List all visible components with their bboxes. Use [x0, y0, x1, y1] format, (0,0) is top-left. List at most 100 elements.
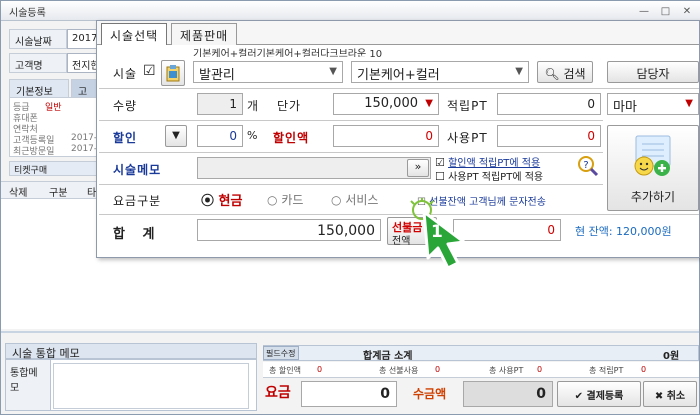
stat-earnpt-value: 0 — [641, 365, 647, 374]
edit-field-button[interactable]: 필드수정 — [263, 346, 299, 360]
price-select[interactable]: 150,000 ▼ — [333, 93, 439, 115]
discount-amount-input[interactable]: 0 — [333, 125, 439, 147]
earn-pt-input[interactable]: 0 — [497, 93, 601, 115]
discount-dropdown-button[interactable]: ▼ — [165, 125, 187, 147]
dropdown-arrow-icon: ▼ — [685, 98, 693, 109]
crumb-1[interactable]: 기본케어+컬러 — [193, 49, 257, 57]
discount-input[interactable]: 0 — [197, 125, 243, 147]
dropdown-arrow-icon: ▼ — [425, 98, 433, 109]
stat-usept-value: 0 — [537, 365, 543, 374]
register-payment-button[interactable]: ✔ 결제등록 — [557, 381, 641, 407]
stats-bar — [263, 362, 699, 378]
chk-discount-row[interactable]: ☑ 할인액 적립PT에 적용 — [435, 154, 540, 169]
staff-button[interactable]: 담당자 — [607, 61, 699, 83]
total-value: 150,000 — [197, 219, 381, 241]
pay-type-label: 요금구분 — [113, 194, 162, 208]
check-usept-checkbox[interactable]: ☐ — [435, 170, 445, 183]
col-type[interactable]: 구분 — [49, 184, 67, 199]
crumb-3[interactable]: 다크브라운 10 — [320, 49, 382, 57]
memo-title: 시술 통합 메모 — [5, 343, 257, 360]
balance-text: 현 잔액: 120,000원 — [575, 225, 672, 238]
tab-service-select[interactable]: 시술선택 — [101, 23, 168, 45]
fee-value: 0 — [301, 381, 397, 407]
memo-expand-button[interactable]: » — [407, 159, 429, 177]
memo-label: 통합메모 — [5, 359, 51, 411]
crumb-2[interactable]: 기본케어+컬러 — [257, 49, 321, 57]
service-picker-button[interactable] — [161, 60, 185, 86]
click-cursor: 1 — [408, 198, 488, 278]
add-note-icon — [634, 135, 671, 176]
dropdown-arrow-icon: ▼ — [172, 130, 180, 141]
visit-date-label: 최근방문일 — [13, 147, 55, 157]
stat-discount-value: 0 — [317, 365, 323, 374]
search-label: 검색 — [563, 67, 586, 81]
radio-cash-label: 현금 — [218, 194, 243, 209]
ticket-section[interactable]: 티켓구매 — [9, 161, 99, 176]
item-select[interactable]: 기본케어+컬러 ▼ — [351, 61, 529, 83]
service-checkbox[interactable]: ☑ — [143, 63, 156, 79]
pay-row — [99, 185, 699, 215]
svg-text:?: ? — [583, 160, 588, 171]
x-icon: ✖ — [654, 391, 664, 402]
category-select[interactable]: 발관리 ▼ — [193, 61, 343, 83]
grade-value: 일반 — [45, 103, 62, 113]
chk-usept-label: 사용PT 적립PT에 적용 — [448, 172, 544, 183]
customer-input[interactable]: 전지현 — [67, 53, 99, 73]
use-pt-input[interactable]: 0 — [497, 125, 601, 147]
sum-title: 합계금 소계 — [363, 351, 413, 362]
tab-other[interactable]: 고 — [71, 79, 99, 98]
qty-label: 수량 — [113, 99, 138, 113]
radio-service[interactable]: ○ 서비스 — [331, 191, 378, 208]
radio-cash[interactable]: ⦿ 현금 — [201, 190, 242, 209]
close-button[interactable]: ✕ — [679, 6, 695, 19]
radio-selected-icon: ⦿ — [201, 194, 215, 209]
memo-input[interactable] — [53, 363, 249, 409]
discount-unit: % — [247, 129, 259, 142]
collect-input[interactable]: 0 — [463, 381, 553, 407]
fee-label: 요금 — [265, 385, 291, 401]
service-memo-label: 시술메모 — [113, 163, 162, 177]
stat-earnpt-label: 총 적립PT — [589, 366, 624, 375]
stat-usept-label: 총 사용PT — [489, 366, 524, 375]
staff-select[interactable]: 마마 ▼ — [607, 93, 699, 115]
maximize-button[interactable]: □ — [658, 6, 674, 19]
radio-empty-icon: ○ — [331, 193, 342, 207]
tab-product-sale[interactable]: 제품판매 — [171, 23, 238, 45]
help-search-icon[interactable]: ? — [577, 155, 599, 180]
earn-pt-label: 적립PT — [447, 99, 488, 113]
date-input[interactable]: 2017- — [67, 29, 99, 49]
search-button[interactable]: 🔍︎ 검색 — [537, 61, 593, 83]
window-titlebar: 시술등록 — □ ✕ — [1, 1, 700, 21]
service-dialog: 시술선택 제품판매 기본케어+컬러기본케어+컬러다크브라운 10 시술 ☑ 발관… — [96, 20, 700, 258]
stat-prepaid-value: 0 — [435, 365, 441, 374]
bottom-divider — [1, 331, 699, 333]
category-value: 발관리 — [199, 68, 235, 83]
search-icon: 🔍︎ — [544, 67, 560, 81]
dropdown-arrow-icon: ▼ — [515, 66, 523, 77]
minimize-button[interactable]: — — [636, 6, 652, 19]
cancel-button[interactable]: ✖ 취소 — [643, 381, 697, 407]
price-value: 150,000 — [364, 96, 418, 111]
clipboard-icon — [166, 65, 180, 82]
qty-input[interactable]: 1 — [197, 93, 243, 115]
stat-prepaid-label: 총 선불사용 — [379, 366, 419, 375]
register-payment-label: 결제등록 — [586, 391, 624, 402]
dropdown-arrow-icon: ▼ — [329, 66, 337, 77]
window-controls: — □ ✕ — [634, 4, 695, 19]
window-title: 시술등록 — [9, 8, 46, 19]
staff-value: 마마 — [613, 100, 637, 115]
chk-usept-row[interactable]: ☐ 사용PT 적립PT에 적용 — [435, 168, 543, 183]
col-other[interactable]: 타 — [87, 184, 96, 199]
radio-empty-icon: ○ — [267, 193, 278, 207]
service-label: 시술 — [113, 67, 138, 81]
discount-amount-label: 할인액 — [273, 131, 310, 145]
discount-label: 할인 — [113, 131, 138, 145]
radio-card-label: 카드 — [281, 193, 304, 207]
service-memo-input[interactable] — [197, 157, 431, 179]
total-label: 합 계 — [113, 227, 156, 242]
radio-card[interactable]: ○ 카드 — [267, 191, 303, 208]
tab-basic-info[interactable]: 기본정보 — [9, 79, 69, 98]
check-icon: ✔ — [574, 391, 584, 402]
col-delete[interactable]: 삭제 — [9, 184, 27, 199]
date-label: 시술날짜 — [9, 29, 67, 49]
